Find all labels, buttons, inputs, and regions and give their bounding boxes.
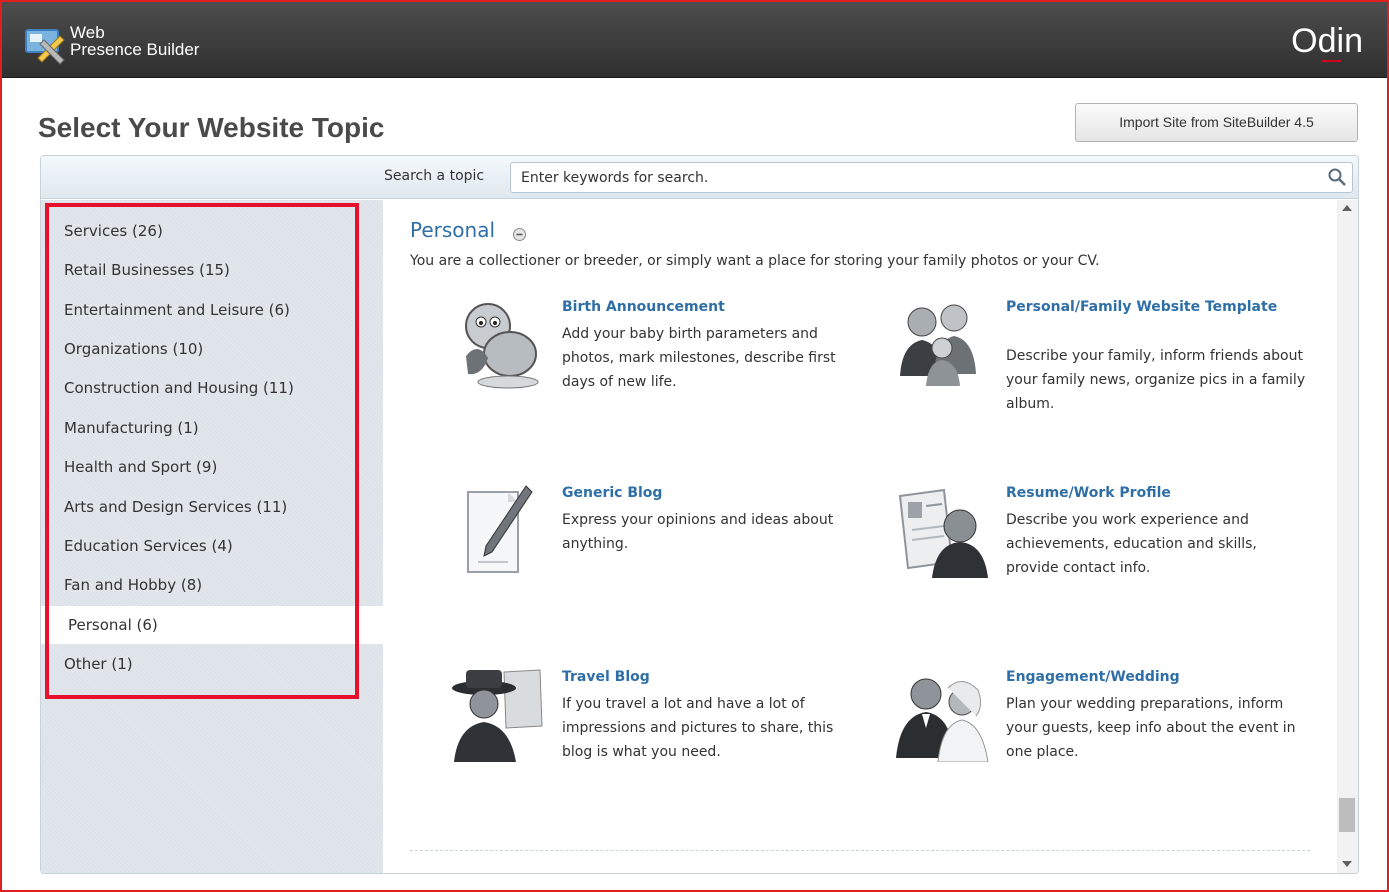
topic-panel: Search a topic Services (26) Retail Busi… [40,155,1359,874]
template-desc: Add your baby birth parameters and photo… [562,326,836,390]
sidebar-item-fan-hobby[interactable]: Fan and Hobby (8) [41,566,383,604]
wedding-icon [896,678,989,762]
logo-line-1: Web [70,23,105,42]
template-card[interactable]: Birth Announcement Add your baby birth p… [448,296,868,396]
template-title-travel[interactable]: Travel Blog [562,666,862,688]
vertical-scrollbar[interactable] [1337,200,1358,873]
template-desc: Express your opinions and ideas about an… [562,512,834,552]
sidebar-item-health[interactable]: Health and Sport (9) [41,448,383,486]
import-site-button[interactable]: Import Site from SiteBuilder 4.5 [1075,103,1358,142]
template-card[interactable]: Engagement/Wedding Plan your wedding pre… [892,666,1312,766]
baby-icon [465,303,539,389]
traveler-icon [452,669,543,762]
sidebar-item-entertainment[interactable]: Entertainment and Leisure (6) [41,291,383,329]
top-header: Web Presence Builder Odin [2,2,1387,78]
sidebar-item-retail[interactable]: Retail Businesses (15) [41,251,383,289]
search-input[interactable] [510,162,1353,193]
topic-content: Personal You are a collectioner or breed… [384,200,1337,873]
template-title-family[interactable]: Personal/Family Website Template [1006,296,1306,318]
template-card[interactable]: Personal/Family Website Template Describ… [892,296,1312,426]
template-card[interactable]: Travel Blog If you travel a lot and have… [448,666,868,766]
search-label: Search a topic [384,168,485,184]
template-desc: Plan your wedding preparations, inform y… [1006,696,1296,760]
category-sidebar: Services (26) Retail Businesses (15) Ent… [41,200,383,873]
template-desc: Describe you work experience and achieve… [1006,512,1257,576]
page-title: Select Your Website Topic [38,112,385,143]
template-title-blog[interactable]: Generic Blog [562,482,862,504]
sidebar-item-construction[interactable]: Construction and Housing (11) [41,369,383,407]
search-bar: Search a topic [41,156,1358,199]
template-desc: Describe your family, inform friends abo… [1006,348,1306,412]
section-description: You are a collectioner or breeder, or si… [410,253,1100,269]
sidebar-item-arts[interactable]: Arts and Design Services (11) [41,488,383,526]
sidebar-item-services[interactable]: Services (26) [41,212,383,250]
family-icon [900,304,976,386]
sidebar-item-education[interactable]: Education Services (4) [41,527,383,565]
template-desc: If you travel a lot and have a lot of im… [562,696,834,760]
template-title-wedding[interactable]: Engagement/Wedding [1006,666,1306,688]
brand-underline [1321,60,1341,62]
sidebar-item-manufacturing[interactable]: Manufacturing (1) [41,409,383,447]
search-icon[interactable] [1327,167,1347,187]
builder-logo-icon [25,29,65,65]
template-title-birth[interactable]: Birth Announcement [562,296,862,318]
template-card[interactable]: Resume/Work Profile Describe you work ex… [892,482,1312,582]
template-title-resume[interactable]: Resume/Work Profile [1006,482,1306,504]
resume-icon [898,488,988,578]
template-card[interactable]: Generic Blog Express your opinions and i… [448,482,868,582]
section-title: Personal [410,218,496,242]
scroll-thumb[interactable] [1339,798,1355,832]
brand-logo: Odin [1291,22,1363,60]
app-logo-text: Web Presence Builder [70,24,199,58]
section-divider [410,850,1310,851]
scroll-up-icon[interactable] [1342,205,1352,211]
blog-pen-icon [467,485,533,573]
sidebar-item-personal[interactable]: Personal (6) [41,606,383,644]
sidebar-item-organizations[interactable]: Organizations (10) [41,330,383,368]
sidebar-item-other[interactable]: Other (1) [41,645,383,683]
collapse-icon[interactable] [513,228,526,241]
scroll-down-icon[interactable] [1342,861,1352,867]
logo-line-2: Presence Builder [70,40,200,59]
